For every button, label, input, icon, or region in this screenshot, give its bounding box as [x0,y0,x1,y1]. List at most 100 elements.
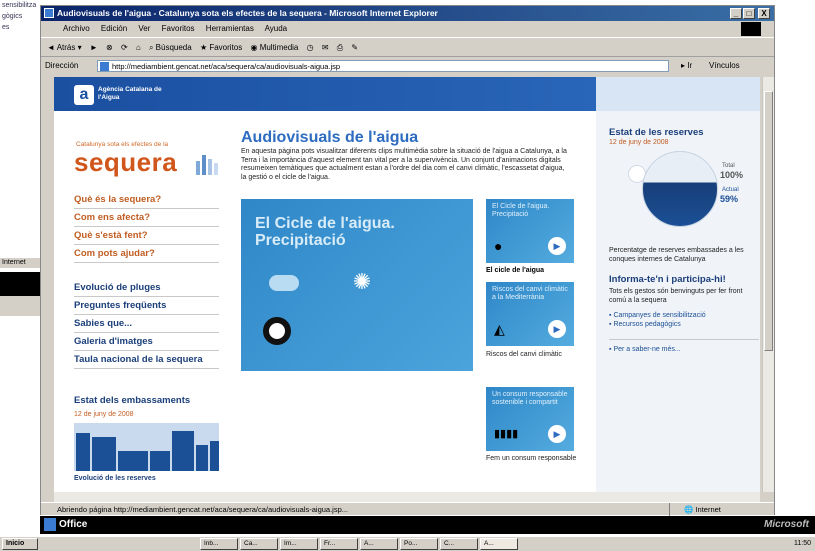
video-thumb-cicle[interactable]: El Cicle de l'aigua. Precipitació ● ▶ [486,199,574,263]
taskbar-item[interactable]: A... [360,538,398,550]
forward-button[interactable]: ► [90,43,98,52]
vertical-scrollbar[interactable] [762,77,774,492]
stop-icon[interactable]: ⊗ [106,43,113,52]
go-button[interactable]: ▸ Ir [681,58,692,74]
link-campanyes[interactable]: ▪ Campanyes de sensibilització [609,311,706,320]
menu-ayuda[interactable]: Ayuda [265,24,288,33]
thumb-caption[interactable]: Fem un consum responsable [486,455,586,464]
total-label: Total [722,163,735,169]
office-shortcut-bar: Office Microsoft [40,516,815,534]
office-label[interactable]: Office [59,516,87,534]
status-text: Abriendo página http://mediambient.genca… [57,505,349,514]
nav-com-pots-ajudar[interactable]: Com pots ajudar? [74,245,219,263]
office-icon[interactable] [44,518,56,531]
horizontal-scrollbar[interactable] [54,492,760,502]
aca-logo-icon[interactable]: a [74,85,94,105]
link-recursos[interactable]: ▪ Recursos pedagògics [609,320,681,329]
multimedia-label: Multimedia [259,43,299,52]
menu-herramientas[interactable]: Herramientas [206,24,254,33]
taskbar-item-active[interactable]: A... [480,538,518,550]
brand-title[interactable]: sequera [74,147,177,178]
minimize-button[interactable]: _ [730,8,742,19]
favorites-label: Favoritos [209,43,243,52]
taskbar-item[interactable]: Im... [280,538,318,550]
address-input[interactable]: http://mediambient.gencat.net/aca/sequer… [97,60,669,72]
taskbar-item[interactable]: Po... [400,538,438,550]
taskbar-item[interactable]: C... [440,538,478,550]
play-icon[interactable]: ▶ [548,425,566,443]
video-thumb-consum[interactable]: Un consum responsable sostenible i compa… [486,387,574,451]
page-icon [100,62,109,71]
favorites-button[interactable]: ★ Favoritos [200,43,242,52]
history-icon[interactable]: ◷ [307,43,314,52]
nav-preguntes-frequents[interactable]: Preguntes freqüents [74,297,219,315]
info-title: Informa-te'n i participa-hi! [609,274,726,285]
nav-que-es-la-sequera[interactable]: Què és la sequera? [74,191,219,209]
video-thumb-canvi-climatic[interactable]: Riscos del canvi climàtic a la Mediterrà… [486,282,574,346]
taskbar-item[interactable]: Fr... [320,538,358,550]
edit-icon[interactable]: ✎ [351,43,358,52]
people-icon: ▮▮▮▮ [494,428,519,440]
thumb-caption[interactable]: Riscos del canvi climàtic [486,351,586,360]
back-button[interactable]: ◄ Atrás ▾ [47,43,82,52]
maximize-button[interactable]: □ [743,8,755,19]
close-button[interactable]: X [758,8,770,19]
nav-com-ens-afecta[interactable]: Com ens afecta? [74,209,219,227]
back-label: Atrás [56,43,76,52]
home-icon[interactable]: ⌂ [136,43,141,52]
scroll-thumb[interactable] [764,91,773,351]
title-bar[interactable]: Audiovisuals de l'aigua - Catalunya sota… [41,6,774,21]
page-description: En aquesta pàgina pots visualitzar difer… [241,148,567,181]
video-player[interactable]: El Cicle de l'aigua. Precipitació ✺ [241,199,473,371]
menu-edicion[interactable]: Edición [101,24,127,33]
embassaments-date: 12 de juny de 2008 [74,411,134,418]
reserves-title: Estat de les reserves [609,127,704,138]
embassaments-title[interactable]: Estat dels embassaments [74,395,190,406]
divider [609,339,759,340]
link-label: Campanyes de sensibilització [613,312,706,319]
menu-archivo[interactable]: Archivo [63,24,90,33]
reserves-date: 12 de juny de 2008 [609,139,669,146]
start-button[interactable]: Inicio [2,538,38,550]
menu-favoritos[interactable]: Favoritos [162,24,195,33]
toolbar: ◄ Atrás ▾ ► ⊗ ⟳ ⌂ ⌕ Búsqueda ★ Favoritos… [41,37,774,57]
status-bar: Abriendo página http://mediambient.genca… [41,502,774,516]
nav-evolucio-de-pluges[interactable]: Evolució de pluges [74,279,219,297]
microsoft-brand: Microsoft [764,519,809,530]
nav-taula-nacional[interactable]: Taula nacional de la sequera [74,351,219,369]
play-icon[interactable]: ▶ [548,237,566,255]
taskbar-item[interactable]: Ca... [240,538,278,550]
play-icon[interactable]: ▶ [548,320,566,338]
logo-text: Agència Catalana de l'Aigua [98,86,162,101]
clock: 11:50 [794,540,811,547]
thumb-title: El Cicle de l'aigua. Precipitació [492,203,550,218]
refresh-icon[interactable]: ⟳ [121,43,128,52]
actual-label: Actual [722,187,739,193]
drops-icon [196,155,218,175]
search-button[interactable]: ⌕ Búsqueda [149,43,192,52]
multimedia-button[interactable]: ◉ Multimedia [250,43,298,52]
menu-ver[interactable]: Ver [138,24,150,33]
ie-icon [44,8,54,18]
link-label: Recursos pedagògics [613,321,681,328]
window-title: Audiovisuals de l'aigua - Catalunya sota… [57,8,438,18]
cloud-icon [269,275,299,291]
drop-icon: ● [494,238,503,254]
nav-que-s-esta-fent[interactable]: Què s'està fent? [74,227,219,245]
play-icon[interactable] [263,317,291,345]
sun-icon: ✺ [352,269,372,294]
reserves-evolution-chart[interactable] [74,423,219,471]
taskbar: Inicio Inb... Ca... Im... Fr... A... Po.… [0,536,815,551]
print-icon[interactable]: ⎙ [337,43,343,52]
taskbar-item[interactable]: Inb... [200,538,238,550]
link-saber-mes[interactable]: ▪ Per a saber-ne més... [609,345,681,354]
mail-icon[interactable]: ✉ [322,43,329,52]
links-button[interactable]: Vínculos [709,58,740,74]
thumb-caption[interactable]: El cicle de l'aigua [486,267,586,276]
nav-galeria-d-imatges[interactable]: Galeria d'imatges [74,333,219,351]
nav-sabies-que[interactable]: Sabies que... [74,315,219,333]
reserves-evolution-label[interactable]: Evolució de les reserves [74,475,156,482]
address-url: http://mediambient.gencat.net/aca/sequer… [112,62,341,71]
go-label: Ir [687,61,693,70]
page-content: a Agència Catalana de l'Aigua Catalunya … [54,77,760,492]
